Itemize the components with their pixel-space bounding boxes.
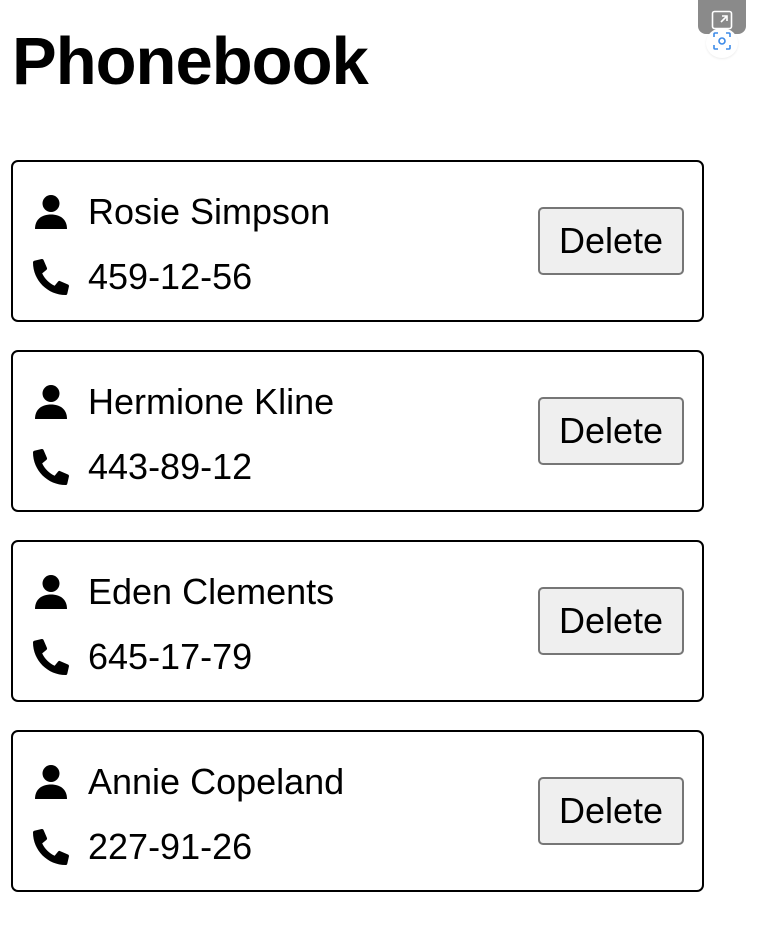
delete-button[interactable]: Delete xyxy=(538,587,684,655)
phone-icon xyxy=(32,828,70,866)
contact-name-row: Hermione Kline xyxy=(32,380,334,424)
contact-phone: 227-91-26 xyxy=(88,826,253,867)
delete-button[interactable]: Delete xyxy=(538,207,684,275)
contact-name-row: Rosie Simpson xyxy=(32,190,330,234)
contact-phone: 443-89-12 xyxy=(88,446,253,487)
delete-button[interactable]: Delete xyxy=(538,777,684,845)
contact-name: Eden Clements xyxy=(88,571,335,612)
contact-card: Hermione Kline 443-89-12 Delete xyxy=(11,350,704,512)
contact-phone-row: 227-91-26 xyxy=(32,825,252,869)
window-tab-icon xyxy=(711,10,733,30)
contact-name: Rosie Simpson xyxy=(88,191,331,232)
contact-name-row: Eden Clements xyxy=(32,570,334,614)
user-icon xyxy=(32,763,70,801)
contact-phone-row: 645-17-79 xyxy=(32,635,252,679)
contact-name-row: Annie Copeland xyxy=(32,760,344,804)
user-icon xyxy=(32,383,70,421)
delete-button[interactable]: Delete xyxy=(538,397,684,465)
user-icon xyxy=(32,573,70,611)
contact-name: Annie Copeland xyxy=(88,761,345,802)
contact-phone-row: 443-89-12 xyxy=(32,445,252,489)
phone-icon xyxy=(32,638,70,676)
contact-phone: 645-17-79 xyxy=(88,636,253,677)
contact-list: Rosie Simpson 459-12-56 Delete Hermione … xyxy=(11,160,704,920)
user-icon xyxy=(32,193,70,231)
contact-card: Rosie Simpson 459-12-56 Delete xyxy=(11,160,704,322)
phone-icon xyxy=(32,448,70,486)
contact-card: Annie Copeland 227-91-26 Delete xyxy=(11,730,704,892)
page-title: Phonebook xyxy=(12,24,369,99)
contact-card: Eden Clements 645-17-79 Delete xyxy=(11,540,704,702)
corner-tools xyxy=(698,0,746,60)
contact-phone-row: 459-12-56 xyxy=(32,255,252,299)
scan-icon xyxy=(713,31,731,55)
phone-icon xyxy=(32,258,70,296)
scan-button[interactable] xyxy=(706,28,738,58)
contact-phone: 459-12-56 xyxy=(88,256,253,297)
contact-name: Hermione Kline xyxy=(88,381,335,422)
